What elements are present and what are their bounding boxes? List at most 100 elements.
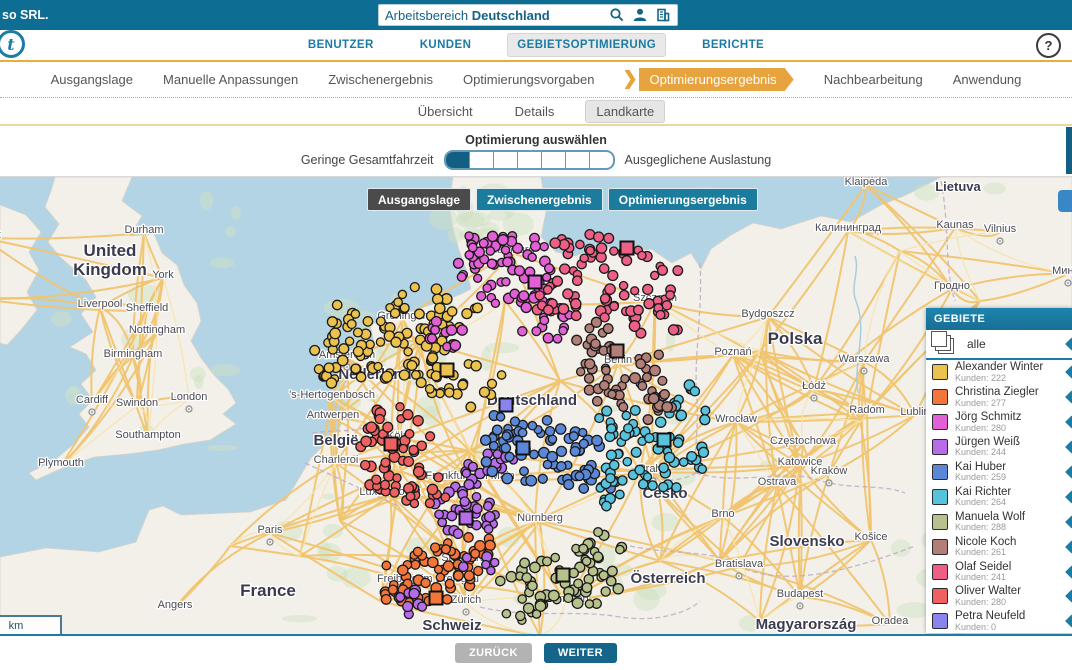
customer-dot[interactable] — [474, 274, 482, 282]
customer-dot[interactable] — [338, 355, 348, 365]
customer-dot[interactable] — [538, 474, 547, 483]
customer-dot[interactable] — [643, 415, 653, 425]
building-icon[interactable] — [655, 7, 671, 23]
customer-dot[interactable] — [591, 339, 600, 348]
customer-dot[interactable] — [676, 410, 686, 420]
customer-dot[interactable] — [526, 475, 537, 486]
territory-row[interactable]: Nicole KochKunden: 261 — [926, 534, 1072, 559]
customer-dot[interactable] — [516, 611, 525, 620]
customer-dot[interactable] — [414, 467, 424, 477]
customer-dot[interactable] — [645, 434, 654, 443]
customer-dot[interactable] — [631, 447, 641, 457]
customer-dot[interactable] — [382, 371, 393, 382]
customer-dot[interactable] — [409, 445, 418, 454]
customer-dot[interactable] — [658, 376, 667, 385]
customer-dot[interactable] — [471, 361, 481, 371]
customer-dot[interactable] — [518, 327, 527, 336]
customer-dot[interactable] — [413, 416, 423, 426]
customer-dot[interactable] — [396, 593, 405, 602]
customer-dot[interactable] — [622, 256, 632, 266]
customer-dot[interactable] — [443, 561, 453, 571]
customer-dot[interactable] — [399, 370, 409, 380]
slider-segment-4[interactable] — [518, 152, 542, 168]
customer-dot[interactable] — [602, 501, 611, 510]
customer-dot[interactable] — [457, 325, 467, 335]
workspace-search[interactable]: Arbeitsbereich Deutschland — [378, 4, 678, 26]
customer-dot[interactable] — [483, 284, 491, 292]
zoom-to-territory-icon[interactable] — [1065, 466, 1072, 479]
territory-row[interactable]: Olaf SeidelKunden: 241 — [926, 559, 1072, 584]
customer-dot[interactable] — [326, 378, 336, 388]
customer-dot[interactable] — [491, 299, 499, 307]
territory-center-marker[interactable] — [529, 276, 542, 289]
customer-dot[interactable] — [594, 232, 604, 242]
customer-dot[interactable] — [520, 467, 529, 476]
customer-dot[interactable] — [586, 247, 594, 255]
nav-item-kunden[interactable]: KUNDEN — [410, 33, 482, 57]
customer-dot[interactable] — [613, 584, 623, 594]
customer-dot[interactable] — [498, 235, 508, 245]
customer-dot[interactable] — [530, 562, 540, 572]
customer-dot[interactable] — [606, 474, 615, 483]
customer-dot[interactable] — [431, 284, 441, 294]
search-icon[interactable] — [609, 7, 625, 23]
customer-dot[interactable] — [324, 363, 334, 373]
territory-center-marker[interactable] — [441, 364, 454, 377]
customer-dot[interactable] — [522, 573, 531, 582]
help-button[interactable]: ? — [1036, 33, 1061, 58]
customer-dot[interactable] — [630, 373, 641, 384]
territory-row[interactable]: Petra NeufeldKunden: 0 — [926, 609, 1072, 633]
territory-center-marker[interactable] — [658, 434, 671, 447]
customer-dot[interactable] — [597, 243, 607, 253]
customer-dot[interactable] — [487, 466, 497, 476]
customer-dot[interactable] — [600, 381, 609, 390]
customer-dot[interactable] — [601, 587, 610, 596]
territory-row[interactable]: Oliver WalterKunden: 280 — [926, 584, 1072, 609]
customer-dot[interactable] — [552, 276, 562, 286]
customer-dot[interactable] — [619, 403, 628, 412]
customer-dot[interactable] — [572, 598, 583, 609]
customer-dot[interactable] — [471, 549, 480, 558]
territory-row[interactable]: Alexander WinterKunden: 222 — [926, 360, 1072, 385]
customer-dot[interactable] — [496, 576, 505, 585]
customer-dot[interactable] — [629, 321, 640, 332]
customer-dot[interactable] — [643, 373, 652, 382]
nav-item-berichte[interactable]: BERICHTE — [692, 33, 774, 57]
customer-dot[interactable] — [393, 474, 401, 482]
customer-dot[interactable] — [366, 340, 374, 348]
territory-center-marker[interactable] — [385, 438, 398, 451]
customer-dot[interactable] — [656, 311, 665, 320]
customer-dot[interactable] — [435, 303, 445, 313]
customer-dot[interactable] — [435, 510, 444, 519]
customer-dot[interactable] — [497, 371, 505, 379]
territory-center-marker[interactable] — [517, 442, 530, 455]
customer-dot[interactable] — [381, 458, 390, 467]
customer-dot[interactable] — [553, 334, 562, 343]
customer-dot[interactable] — [545, 264, 554, 273]
customer-dot[interactable] — [638, 251, 646, 259]
customer-dot[interactable] — [557, 446, 567, 456]
customer-dot[interactable] — [616, 490, 625, 499]
customer-dot[interactable] — [404, 457, 414, 467]
wizard-step-1[interactable]: Ausgangslage — [51, 72, 133, 87]
customer-dot[interactable] — [544, 286, 553, 295]
customer-dot[interactable] — [585, 600, 593, 608]
customer-dot[interactable] — [482, 561, 490, 569]
customer-dot[interactable] — [659, 483, 668, 492]
customer-dot[interactable] — [327, 317, 337, 327]
customer-dot[interactable] — [610, 247, 618, 255]
customer-dot[interactable] — [447, 511, 456, 520]
customer-dot[interactable] — [572, 335, 582, 345]
slider-segment-5[interactable] — [542, 152, 566, 168]
customer-dot[interactable] — [427, 484, 437, 494]
customer-dot[interactable] — [416, 378, 426, 388]
customer-dot[interactable] — [672, 483, 681, 492]
customer-dot[interactable] — [388, 585, 397, 594]
customer-dot[interactable] — [415, 309, 425, 319]
customer-dot[interactable] — [488, 379, 497, 388]
customer-dot[interactable] — [622, 411, 630, 419]
customer-dot[interactable] — [447, 307, 456, 316]
customer-dot[interactable] — [558, 304, 568, 314]
subtab-landkarte[interactable]: Landkarte — [585, 100, 665, 123]
customer-dot[interactable] — [621, 375, 629, 383]
